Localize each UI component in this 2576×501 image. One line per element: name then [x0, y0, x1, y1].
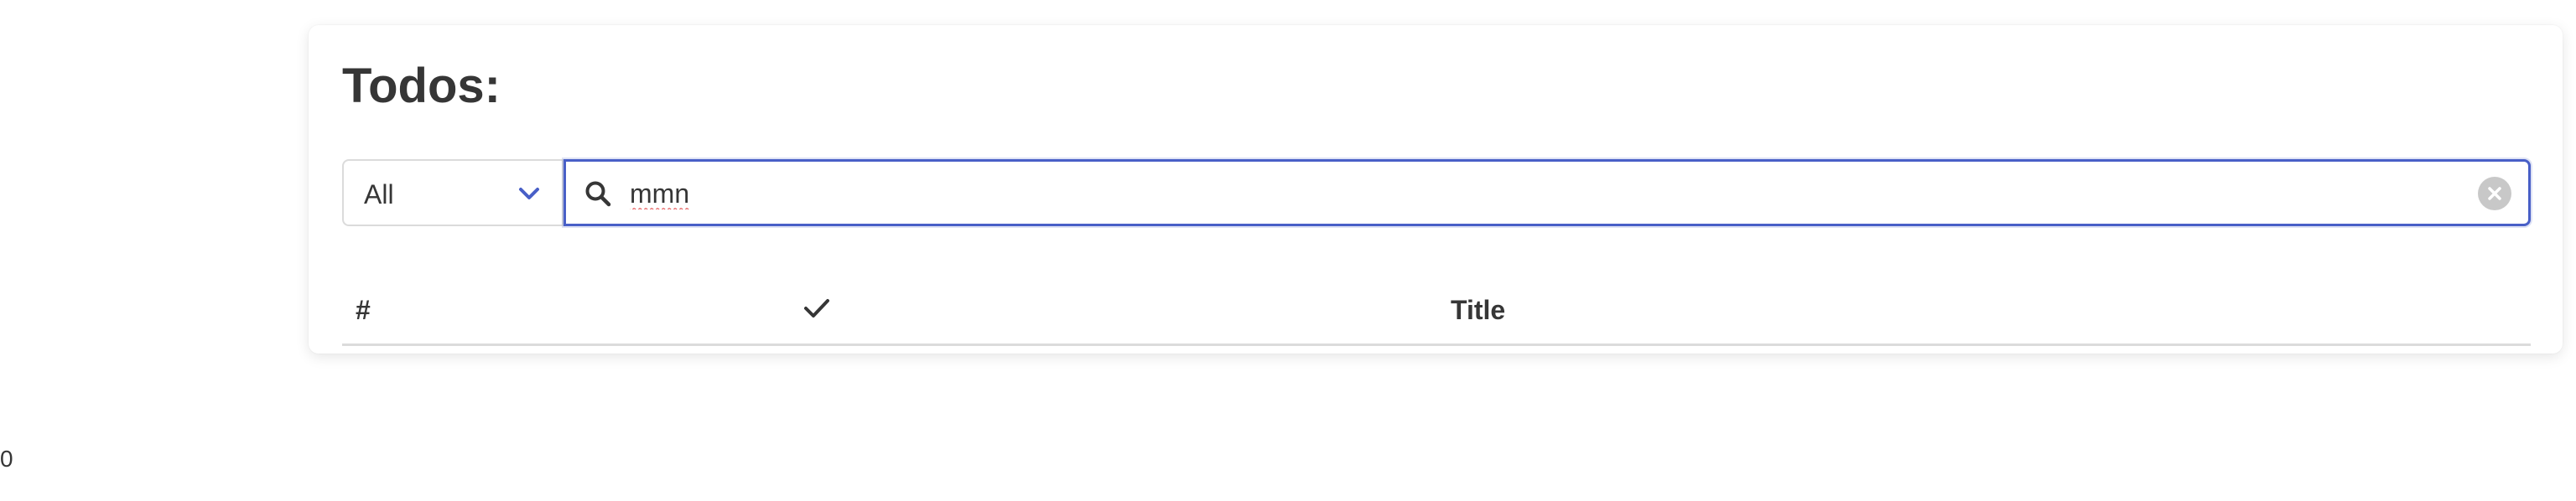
check-icon	[802, 293, 832, 323]
column-header-index: #	[356, 295, 371, 325]
search-field[interactable]	[564, 159, 2531, 226]
todo-count: 0	[0, 446, 13, 472]
todos-table: # Title	[342, 281, 2531, 349]
page-title: Todos:	[342, 59, 501, 113]
table-header-divider	[342, 343, 2531, 346]
search-input[interactable]	[630, 170, 2458, 217]
clear-search-button[interactable]	[2478, 177, 2511, 210]
column-header-title: Title	[1451, 295, 1506, 325]
search-icon	[583, 178, 613, 209]
todos-panel: Todos: All # Ti	[309, 25, 2563, 354]
status-filter-value: All	[364, 179, 394, 209]
chevron-down-icon	[517, 181, 542, 206]
status-filter-select[interactable]: All	[342, 159, 564, 226]
close-icon	[2488, 187, 2501, 200]
